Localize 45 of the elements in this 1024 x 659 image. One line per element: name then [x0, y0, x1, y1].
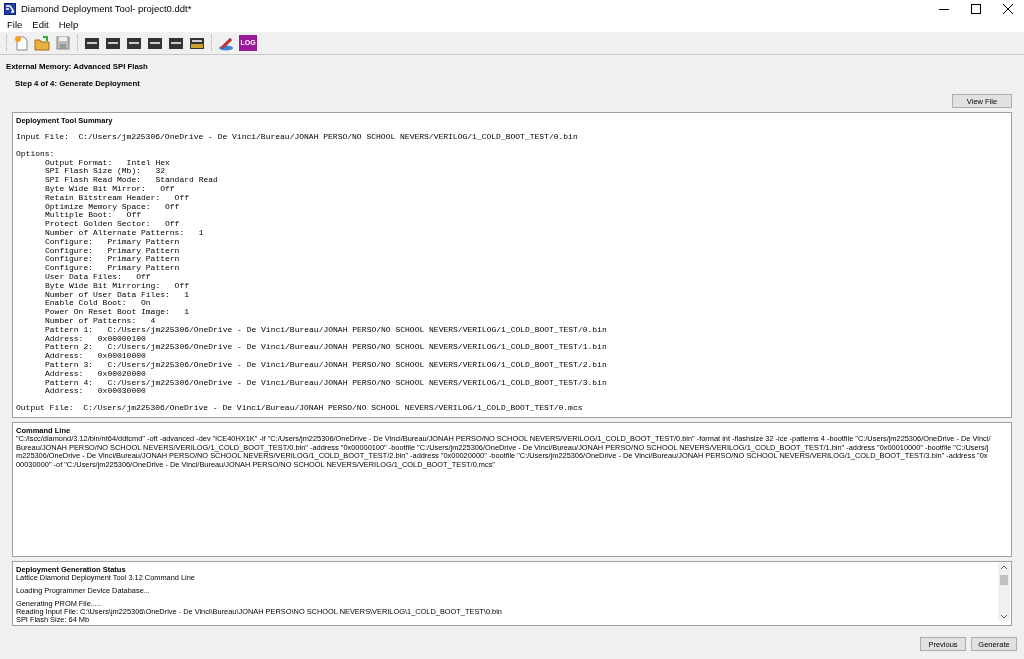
summary-line: Configure: Primary Pattern: [44, 264, 181, 273]
summary-line: Byte Wide Bit Mirror: Off: [44, 185, 176, 193]
menu-item[interactable]: File: [2, 19, 28, 30]
summary-line: Pattern 4: C:/Users/jm225306/OneDrive - De Vinci/Bureau/JONAH PERSO/NO SCHOOL NEVERS/VERILOG/1_COLD_BOOT_TEST/3.bin: [44, 378, 608, 388]
summary-line: Configure: Primary Pattern: [44, 237, 181, 246]
summary-line: Number of User Data Files: 1: [44, 290, 191, 300]
chip-icon[interactable]: [168, 35, 184, 51]
summary-line: Number of Alternate Patterns: 1: [44, 228, 205, 238]
summary-line: Protect Golden Sector: Off: [44, 220, 181, 229]
chip-icon[interactable]: [84, 35, 100, 51]
close-icon[interactable]: [1003, 3, 1013, 14]
chip-icon[interactable]: [105, 35, 121, 51]
folder-icon[interactable]: [34, 35, 50, 51]
pen-icon[interactable]: [218, 35, 234, 51]
summary-line: Input File: C:/Users/jm225306/OneDrive - De Vinci/Bureau/JONAH PERSO/NO SCHOOL NEVERS/VERILOG/1_COLD_BOOT_TEST/0.bin: [16, 133, 579, 142]
menu-item[interactable]: Help: [53, 19, 84, 30]
chip-icon[interactable]: [126, 35, 142, 51]
summary-line: SPI Flash Size (Mb): 32: [44, 167, 167, 177]
summary-line: Optimize Memory Space: Off: [44, 202, 181, 211]
summary-line: Address: 0x00020000: [44, 369, 146, 379]
summary-line: Number of Patterns: 4: [44, 316, 156, 326]
menu-item[interactable]: Edit: [27, 19, 54, 30]
summary-line: Pattern 3: C:/Users/jm225306/OneDrive - De Vinci/Bureau/JONAH PERSO/NO SCHOOL NEVERS/VERILOG/1_COLD_BOOT_TEST/2.bin: [44, 360, 608, 370]
summary-line: Options:: [16, 149, 56, 159]
summary-line: Address: 0x00010000: [44, 352, 147, 361]
summary-line: Configure: Primary Pattern: [44, 255, 181, 265]
summary-line: SPI Flash Read Mode: Standard Read: [44, 176, 219, 185]
summary-line: Power On Reset Boot Image: 1: [44, 308, 191, 317]
summary-line: Byte Wide Bit Mirroring: Off: [44, 281, 191, 290]
chip-icon[interactable]: [147, 35, 163, 51]
scrollbar: [998, 563, 1010, 621]
chip-icon[interactable]: [189, 35, 205, 51]
maximize-icon[interactable]: [971, 3, 981, 14]
summary-line: Retain Bitstream Header: Off: [44, 193, 191, 203]
window-title: Diamond Deployment Tool- project0.ddt*: [21, 3, 192, 14]
summary-line: Multiple Boot: Off: [44, 211, 141, 221]
summary-line: Configure: Primary Pattern: [44, 246, 181, 255]
summary-line: Output Format: Intel Hex: [45, 158, 171, 168]
summary-line: Address: 0x00030000: [44, 387, 146, 397]
summary-line: Output File: C:/Users/jm225306/OneDrive - De Vinci/Bureau/JONAH PERSO/NO SCHOOL NEVERS/VERILOG/1_COLD_BOOT_TEST/0.mcs: [16, 404, 584, 413]
summary-line: User Data Files: Off: [44, 272, 152, 282]
summary-line: Pattern 1: C:/Users/jm225306/OneDrive - De Vinci/Bureau/JONAH PERSO/NO SCHOOL NEVERS/VERILOG/1_COLD_BOOT_TEST/0.bin: [44, 325, 608, 335]
summary-line: Enable Cold Boot: On: [44, 299, 152, 309]
summary-line: Address: 0x00000100: [44, 334, 146, 344]
summary-line: Pattern 2: C:/Users/jm225306/OneDrive - De Vinci/Bureau/JONAH PERSO/NO SCHOOL NEVERS/VERILOG/1_COLD_BOOT_TEST/1.bin: [44, 343, 608, 353]
